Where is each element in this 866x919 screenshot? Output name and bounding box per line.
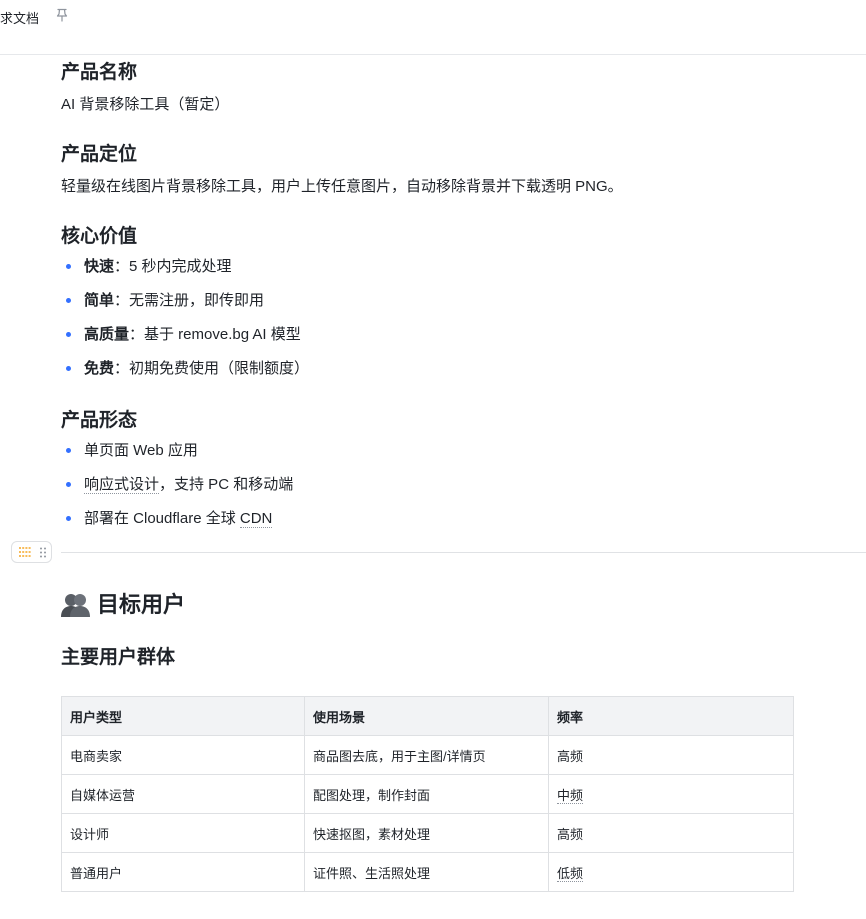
table-cell[interactable]: 高频	[548, 813, 794, 853]
bullet-dot	[66, 448, 71, 453]
lines-icon[interactable]	[19, 547, 31, 557]
table-cell[interactable]: 普通用户	[61, 852, 305, 892]
list-item-label: 高质量	[84, 326, 130, 343]
list-item-text: 快速：5 秒内完成处理	[84, 257, 232, 277]
table-row: 普通用户 证件照、生活照处理 低频	[61, 852, 794, 892]
table-cell[interactable]: 电商卖家	[61, 735, 305, 775]
heading-main-user-groups: 主要用户群体	[61, 647, 176, 668]
column-header-user-type[interactable]: 用户类型	[61, 696, 305, 736]
column-header-scenario[interactable]: 使用场景	[304, 696, 549, 736]
pin-icon[interactable]	[55, 8, 69, 22]
list-item-detail: ：5 秒内完成处理	[114, 258, 232, 275]
table-row: 电商卖家 商品图去底，用于主图/详情页 高频	[61, 735, 794, 775]
product-name-text: AI 背景移除工具（暂定）	[61, 96, 230, 113]
table-cell[interactable]: 设计师	[61, 813, 305, 853]
heading-positioning: 产品定位	[61, 144, 138, 165]
heading-core-value: 核心价值	[61, 226, 138, 247]
table-cell[interactable]: 低频	[548, 852, 794, 892]
bullet-dot	[66, 298, 71, 303]
table-row: 自媒体运营 配图处理，制作封面 中频	[61, 774, 794, 814]
spellcheck-term[interactable]: 响应式设计	[84, 476, 160, 494]
table-header-row: 用户类型 使用场景 频率	[61, 696, 794, 736]
list-item-text: 免费：初期免费使用（限制额度）	[84, 359, 309, 379]
list-item-text: 单页面 Web 应用	[84, 442, 198, 459]
list-item-label: 简单	[84, 292, 115, 309]
list-item-text: 响应式设计，支持 PC 和移动端	[84, 475, 293, 495]
list-item-detail: ：初期免费使用（限制额度）	[114, 360, 310, 377]
list-item-label: 快速	[84, 258, 115, 275]
bullet-dot	[66, 264, 71, 269]
table-cell[interactable]: 中频	[548, 774, 794, 814]
bullet-dot	[66, 332, 71, 337]
users-icon	[61, 594, 90, 617]
doc-topbar: 求文档	[0, 0, 866, 55]
table-cell[interactable]: 快速抠图，素材处理	[304, 813, 549, 853]
column-header-frequency[interactable]: 频率	[548, 696, 794, 736]
list-item-text: 简单：无需注册，即传即用	[84, 291, 264, 311]
positioning-text: 轻量级在线图片背景移除工具，用户上传任意图片，自动移除背景并下载透明 PNG。	[61, 178, 623, 195]
bullet-dot	[66, 366, 71, 371]
heading-product-form: 产品形态	[61, 410, 138, 431]
list-item-text: 高质量：基于 remove.bg AI 模型	[84, 325, 301, 345]
target-users-title: 目标用户	[97, 592, 186, 617]
table-cell[interactable]: 自媒体运营	[61, 774, 305, 814]
list-item-text: 部署在 Cloudflare 全球 CDN	[84, 509, 273, 529]
heading-product-name: 产品名称	[61, 62, 138, 83]
spellcheck-term[interactable]: 中频	[557, 787, 584, 804]
spellcheck-term[interactable]: 低频	[557, 865, 584, 882]
user-groups-table: 用户类型 使用场景 频率 电商卖家 商品图去底，用于主图/详情页 高频 自媒体运…	[61, 696, 794, 892]
list-item-detail: 部署在 Cloudflare 全球	[84, 510, 240, 527]
table-cell[interactable]: 高频	[548, 735, 794, 775]
doc-title[interactable]: 求文档	[0, 8, 39, 27]
list-item-detail: ，支持 PC 和移动端	[159, 476, 294, 493]
table-cell[interactable]: 配图处理，制作封面	[304, 774, 549, 814]
list-item-label: 免费	[84, 360, 115, 377]
table-cell[interactable]: 商品图去底，用于主图/详情页	[304, 735, 549, 775]
list-item-detail: ：基于 remove.bg AI 模型	[129, 326, 301, 343]
table-cell[interactable]: 证件照、生活照处理	[304, 852, 549, 892]
bullet-dot	[66, 482, 71, 487]
spellcheck-term[interactable]: CDN	[239, 510, 273, 528]
table-row: 设计师 快速抠图，素材处理 高频	[61, 813, 794, 853]
list-item-detail: ：无需注册，即传即用	[114, 292, 265, 309]
block-handle[interactable]	[11, 541, 52, 563]
divider	[61, 552, 866, 553]
drag-handle-icon[interactable]	[39, 547, 47, 558]
bullet-dot	[66, 516, 71, 521]
